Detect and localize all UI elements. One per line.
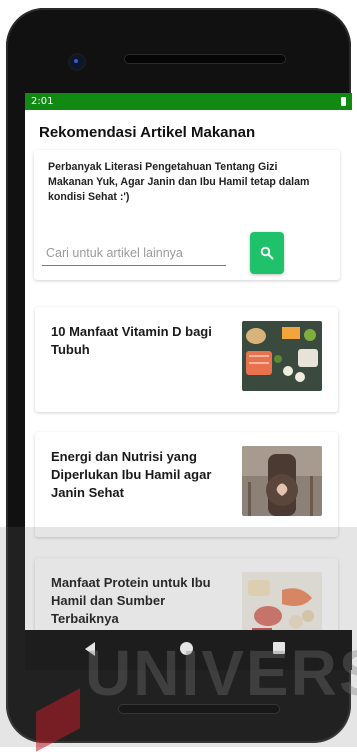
main-content: Rekomendasi Artikel Makanan Perbanyak Li… [25,110,352,630]
pregnant-woman-image [242,446,322,516]
earpiece-speaker [124,54,286,64]
protein-food-image [242,572,322,630]
system-nav-bar [25,630,352,670]
search-input[interactable] [42,241,226,266]
phone-bottom-bar [118,704,280,714]
article-card-energi-nutrisi[interactable]: Energi dan Nutrisi yang Diperlukan Ibu H… [35,432,338,537]
intro-card: Perbanyak Literasi Pengetahuan Tentang G… [34,150,340,280]
status-time: 2:01 [31,96,54,107]
app-screen: 2:01 Rekomendasi Artikel Makanan Perbany… [25,93,352,630]
article-card-protein[interactable]: Manfaat Protein untuk Ibu Hamil dan Sumb… [35,558,338,630]
back-icon[interactable] [85,642,95,656]
recent-apps-icon[interactable] [273,642,285,654]
battery-icon [341,97,346,106]
search-icon [260,246,274,260]
article-card-vitamin-d[interactable]: 10 Manfaat Vitamin D bagi Tubuh [35,307,338,412]
article-title: Manfaat Protein untuk Ibu Hamil dan Sumb… [51,575,211,626]
page-title: Rekomendasi Artikel Makanan [39,124,256,141]
intro-text: Perbanyak Literasi Pengetahuan Tentang G… [48,161,310,203]
status-bar: 2:01 [25,93,352,110]
article-title: 10 Manfaat Vitamin D bagi Tubuh [51,324,212,357]
front-camera [68,53,86,71]
home-icon[interactable] [180,642,193,655]
article-title: Energi dan Nutrisi yang Diperlukan Ibu H… [51,449,212,500]
vitamin-d-food-image [242,321,322,391]
search-button[interactable] [250,232,284,274]
